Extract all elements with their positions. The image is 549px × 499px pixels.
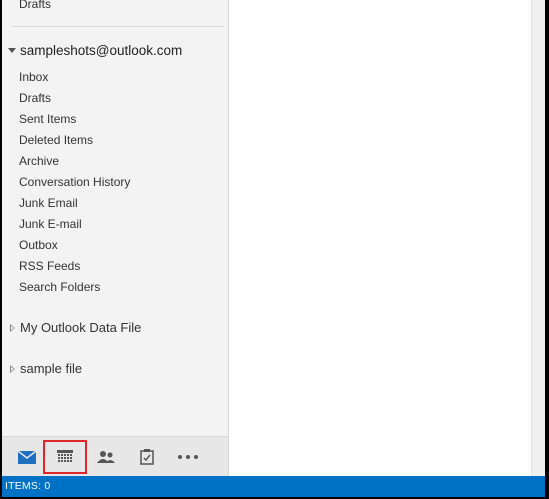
folder-rss-feeds[interactable]: RSS Feeds <box>19 256 130 277</box>
account-header[interactable]: sampleshots@outlook.com <box>8 43 182 58</box>
folder-pane: Drafts sampleshots@outlook.com Inbox Dra… <box>2 0 229 476</box>
folder-sent-items[interactable]: Sent Items <box>19 109 130 130</box>
folder-outbox[interactable]: Outbox <box>19 235 130 256</box>
outlook-window: Drafts sampleshots@outlook.com Inbox Dra… <box>2 0 545 497</box>
more-icon <box>178 455 198 459</box>
folder-junk-email[interactable]: Junk Email <box>19 193 130 214</box>
nav-people-button[interactable] <box>84 440 128 474</box>
group-label: My Outlook Data File <box>20 320 142 335</box>
folder-drafts-previous[interactable]: Drafts <box>19 0 51 11</box>
group-label: sample file <box>20 361 83 376</box>
nav-tasks-button[interactable] <box>125 440 169 474</box>
folder-search-folders[interactable]: Search Folders <box>19 277 130 298</box>
collapse-arrow-icon[interactable] <box>8 48 16 53</box>
tasks-icon <box>140 449 154 465</box>
folder-inbox[interactable]: Inbox <box>19 67 130 88</box>
folder-conversation-history[interactable]: Conversation History <box>19 172 130 193</box>
group-sample-file[interactable]: sample file <box>10 361 82 376</box>
account-email: sampleshots@outlook.com <box>20 43 183 58</box>
calendar-icon <box>57 450 73 462</box>
separator <box>12 26 224 27</box>
nav-more-button[interactable] <box>166 440 210 474</box>
items-count: ITEMS: 0 <box>5 480 51 492</box>
people-icon <box>97 451 115 463</box>
nav-calendar-button[interactable] <box>43 440 87 474</box>
folder-archive[interactable]: Archive <box>19 151 130 172</box>
expand-arrow-icon[interactable] <box>10 323 15 332</box>
folder-list: Inbox Drafts Sent Items Deleted Items Ar… <box>19 67 130 298</box>
navigation-bar <box>2 436 228 476</box>
mail-icon <box>18 450 36 464</box>
reading-pane <box>229 0 531 476</box>
vertical-scrollbar[interactable] <box>531 0 545 476</box>
expand-arrow-icon[interactable] <box>10 364 15 373</box>
folder-deleted-items[interactable]: Deleted Items <box>19 130 130 151</box>
group-my-outlook-data-file[interactable]: My Outlook Data File <box>10 320 141 335</box>
folder-drafts[interactable]: Drafts <box>19 88 130 109</box>
status-bar: ITEMS: 0 <box>2 476 545 497</box>
folder-junk-e-mail[interactable]: Junk E-mail <box>19 214 130 235</box>
